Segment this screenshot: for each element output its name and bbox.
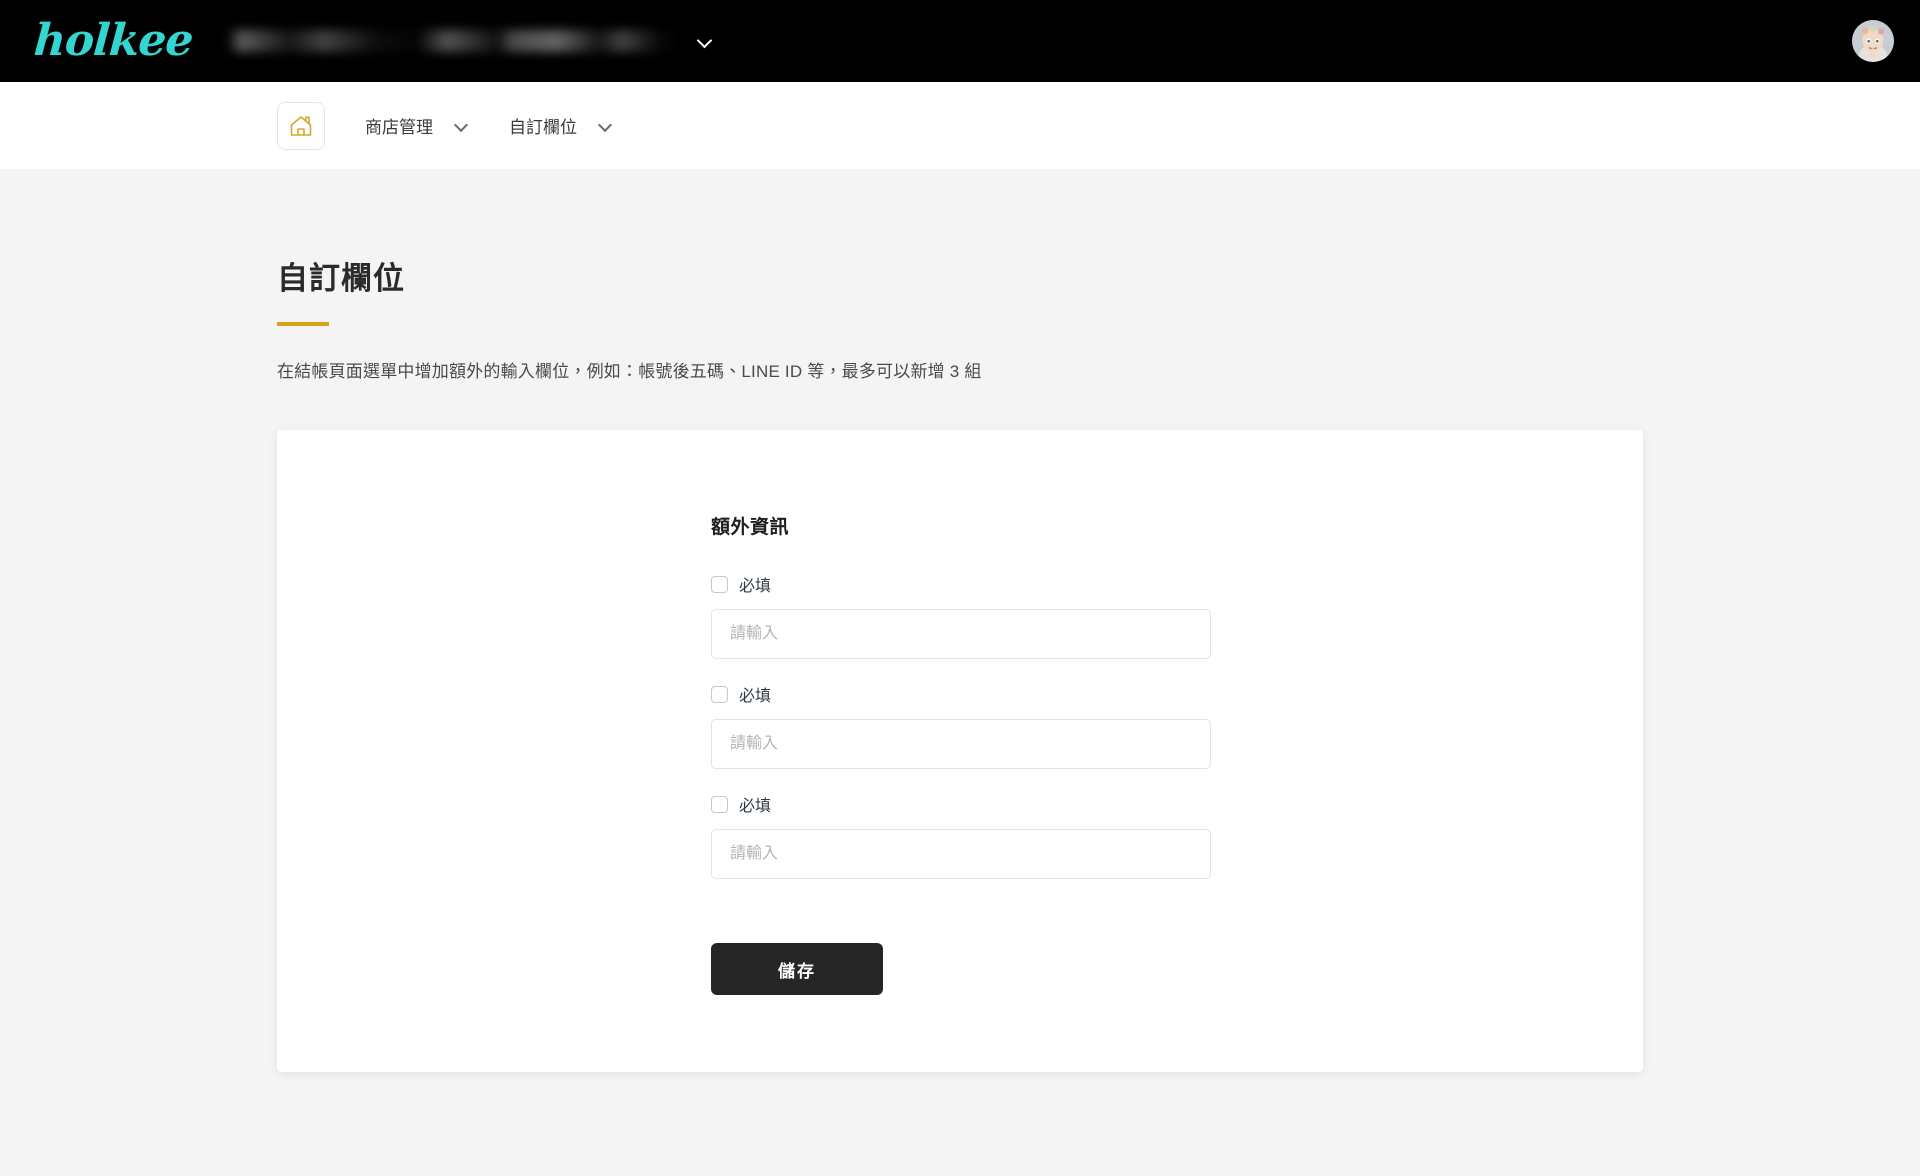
avatar-image (1852, 20, 1894, 62)
custom-fields-form: 額外資訊 必填 必填 必填 (711, 512, 1211, 995)
chevron-down-icon[interactable] (599, 119, 613, 133)
required-checkbox-row-3[interactable]: 必填 (711, 792, 771, 816)
breadcrumb-label: 自訂欄位 (509, 118, 577, 137)
checkbox-icon[interactable] (711, 575, 728, 593)
required-checkbox-row-1[interactable]: 必填 (711, 572, 771, 596)
custom-field-input-2[interactable] (711, 719, 1211, 769)
breadcrumb-item-custom-fields[interactable]: 自訂欄位 (509, 113, 613, 138)
field-group-2: 必填 (711, 682, 1211, 769)
breadcrumb-item-store-management[interactable]: 商店管理 (365, 113, 469, 138)
chevron-down-icon[interactable] (697, 33, 713, 49)
required-label: 必填 (739, 578, 772, 595)
save-button[interactable]: 儲存 (711, 943, 883, 995)
chevron-down-icon[interactable] (455, 119, 469, 133)
home-icon (290, 115, 312, 136)
custom-field-input-1[interactable] (711, 609, 1211, 659)
home-button[interactable] (277, 101, 325, 150)
store-switcher[interactable] (226, 30, 713, 52)
section-title: 額外資訊 (711, 517, 790, 538)
field-group-1: 必填 (711, 572, 1211, 659)
top-bar: holkee (0, 0, 1920, 82)
breadcrumb: 商店管理 自訂欄位 (0, 82, 1920, 169)
page-body: 自訂欄位 在結帳頁面選單中增加額外的輸入欄位，例如：帳號後五碼、LINE ID … (0, 169, 1920, 1176)
checkbox-icon[interactable] (711, 685, 728, 703)
required-label: 必填 (739, 688, 772, 705)
store-name-redacted (226, 30, 679, 52)
avatar[interactable] (1852, 20, 1894, 62)
breadcrumb-label: 商店管理 (365, 118, 433, 137)
page-title: 自訂欄位 (277, 261, 405, 296)
custom-field-input-3[interactable] (711, 829, 1211, 879)
custom-fields-card: 額外資訊 必填 必填 必填 (277, 430, 1643, 1072)
field-group-3: 必填 (711, 792, 1211, 879)
required-checkbox-row-2[interactable]: 必填 (711, 682, 771, 706)
page-description: 在結帳頁面選單中增加額外的輸入欄位，例如：帳號後五碼、LINE ID 等，最多可… (277, 362, 982, 381)
holkee-logo[interactable]: holkee (32, 15, 194, 66)
checkbox-icon[interactable] (711, 795, 728, 813)
title-accent-rule (277, 322, 329, 326)
required-label: 必填 (739, 798, 772, 815)
